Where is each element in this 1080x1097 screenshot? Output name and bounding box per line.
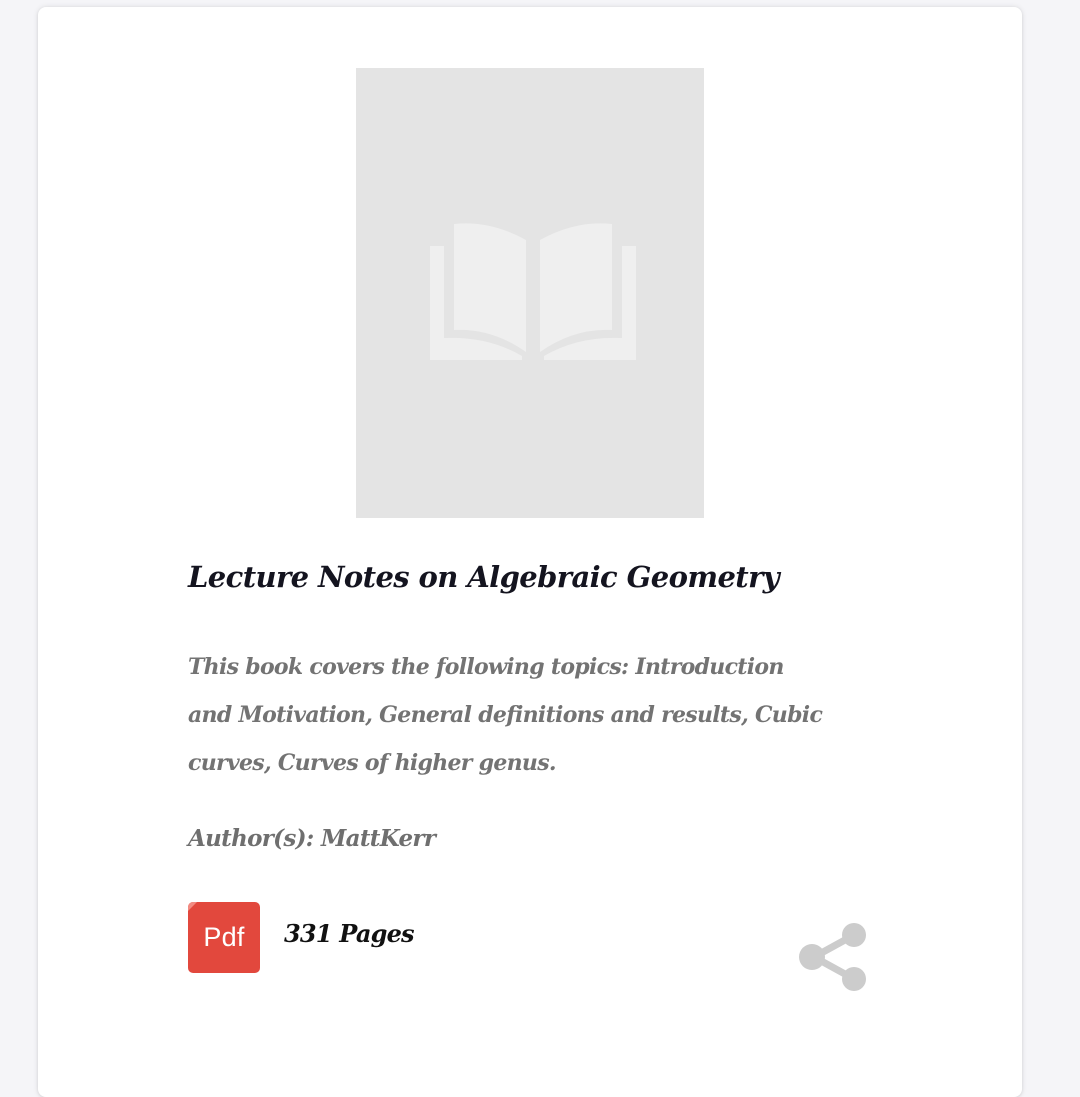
- share-icon[interactable]: [796, 913, 876, 993]
- pdf-corner-fold: [188, 902, 197, 911]
- pdf-icon[interactable]: Pdf: [188, 902, 260, 973]
- book-description: This book covers the following topics: I…: [188, 654, 823, 776]
- page-count: 331 Pages: [284, 919, 415, 948]
- open-book-icon: [430, 223, 636, 360]
- pdf-label: Pdf: [203, 922, 245, 952]
- book-card: Lecture Notes on Algebraic Geometry This…: [38, 7, 1022, 1097]
- book-title[interactable]: Lecture Notes on Algebraic Geometry: [188, 560, 908, 594]
- book-cover-placeholder[interactable]: [356, 68, 704, 518]
- book-author: Author(s): MattKerr: [188, 825, 436, 852]
